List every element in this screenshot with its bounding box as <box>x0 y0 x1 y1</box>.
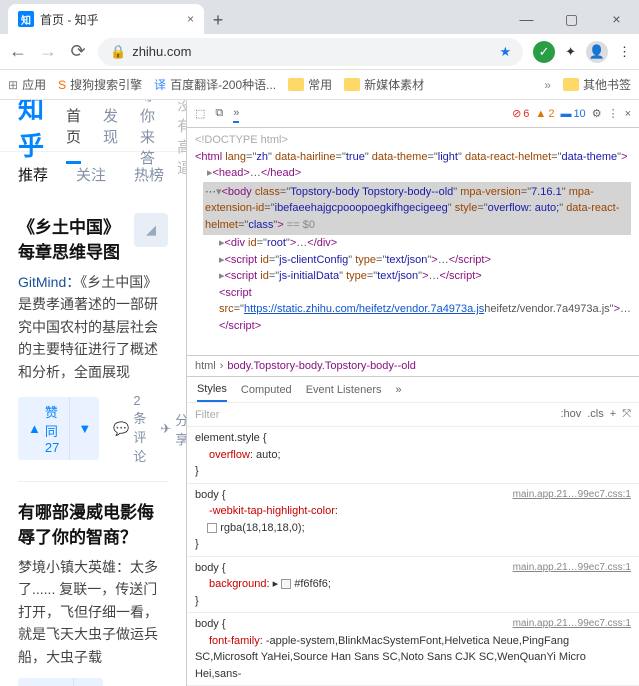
hov-toggle[interactable]: :hov <box>560 408 581 421</box>
maximize-button[interactable]: ▢ <box>549 4 594 34</box>
devtools-toolbar: ⬚ ⧉ » ⊘6 ▲2 ▬10 ⚙ ⋮ × <box>187 100 639 128</box>
address-bar: ← → ⟳ 🔒 zhihu.com ★ ✓ ✦ 👤 ⋮ <box>0 34 639 70</box>
zhihu-favicon: 知 <box>18 11 34 27</box>
feed-list: ◢ 《乡土中国》每章思维导图 GitMind：《乡土中国》是费孝通著述的一部研究… <box>0 197 186 686</box>
forward-button[interactable]: → <box>38 41 58 62</box>
thumbnail: ◢ <box>134 213 168 247</box>
feed-item: 有哪部漫威电影侮辱了你的智商？ 梦境小镇大英雄：太多了...... 复联一，传送… <box>18 482 168 686</box>
nav-home[interactable]: 首页 <box>66 105 81 164</box>
devtools-panel: ⬚ ⧉ » ⊘6 ▲2 ▬10 ⚙ ⋮ × <!DOCTYPE html> <h… <box>186 100 639 686</box>
minimize-button[interactable]: — <box>504 4 549 34</box>
tab-recommend[interactable]: 推荐 <box>18 164 48 185</box>
new-rule-icon[interactable]: + <box>610 408 616 421</box>
overflow-icon[interactable]: » <box>544 78 551 92</box>
extension-icon[interactable]: ✓ <box>533 41 555 63</box>
breadcrumb[interactable]: html›body.Topstory-body.Topstory-body--o… <box>187 355 639 377</box>
browser-tab[interactable]: 知 首页 - 知乎 × <box>8 4 204 34</box>
extensions-icon[interactable]: ✦ <box>565 44 576 60</box>
message-badge[interactable]: ▬10 <box>560 108 585 120</box>
settings-icon[interactable]: ⚙ <box>592 107 602 120</box>
styles-tab[interactable]: Styles <box>197 383 227 402</box>
device-icon[interactable]: ⧉ <box>215 107 223 120</box>
nav-search[interactable]: 有没有高逼 <box>177 100 186 178</box>
elements-tree[interactable]: <!DOCTYPE html> <html lang="zh" data-hai… <box>187 128 639 355</box>
vote-group: ▲ 赞同 27 ▼ <box>18 397 99 460</box>
bookmark-star-icon[interactable]: ★ <box>499 44 511 60</box>
upvote-button[interactable]: ▲ 赞同 27 <box>18 397 70 460</box>
profile-icon[interactable]: 👤 <box>586 41 608 63</box>
share-button[interactable]: ✈ 分享 <box>160 410 186 448</box>
filter-input[interactable]: Filter <box>195 409 219 421</box>
tab-follow[interactable]: 关注 <box>76 164 106 185</box>
feed-item: ◢ 《乡土中国》每章思维导图 GitMind：《乡土中国》是费孝通著述的一部研究… <box>18 197 168 482</box>
pin-icon[interactable]: ⤧ <box>622 408 631 421</box>
cls-toggle[interactable]: .cls <box>587 408 604 421</box>
bookmark-baidu[interactable]: 译百度翻译-200种语... <box>154 76 276 93</box>
tab-title: 首页 - 知乎 <box>40 11 99 28</box>
page-content: 知乎 首页 发现 等你来答 有没有高逼 推荐 关注 热榜 ◢ 《乡土中国》每章思… <box>0 100 186 686</box>
zhihu-logo[interactable]: 知乎 <box>18 100 44 163</box>
comments-button[interactable]: 💬 2 条评论 <box>113 393 146 465</box>
other-bookmarks[interactable]: 其他书签 <box>563 76 631 93</box>
item-title[interactable]: 有哪部漫威电影侮辱了你的智商？ <box>18 498 168 548</box>
bookmarks-bar: ⊞应用 S搜狗搜索引擎 译百度翻译-200种语... 常用 新媒体素材 » 其他… <box>0 70 639 100</box>
new-tab-button[interactable]: + <box>204 6 232 34</box>
nav-discover[interactable]: 发现 <box>103 105 118 147</box>
style-rule[interactable]: main.app.21…99ec7.css:1 body { -webkit-t… <box>187 484 639 557</box>
reload-button[interactable]: ⟳ <box>68 41 88 62</box>
url-field[interactable]: 🔒 zhihu.com ★ <box>98 38 523 66</box>
close-tab-icon[interactable]: × <box>187 12 194 26</box>
apps-button[interactable]: ⊞应用 <box>8 76 46 93</box>
window-titlebar: 知 首页 - 知乎 × + — ▢ × <box>0 0 639 34</box>
inspect-icon[interactable]: ⬚ <box>195 107 205 120</box>
listeners-tab[interactable]: Event Listeners <box>306 384 382 396</box>
bookmark-folder-xmt[interactable]: 新媒体素材 <box>344 76 424 93</box>
nav-answer[interactable]: 等你来答 <box>140 100 155 168</box>
zhihu-header: 知乎 首页 发现 等你来答 有没有高逼 <box>0 100 186 152</box>
close-window-button[interactable]: × <box>594 4 639 34</box>
downvote-button[interactable]: ▼ <box>70 397 99 460</box>
downvote-button[interactable]: ▼ <box>74 678 103 686</box>
more-tabs-icon[interactable]: » <box>396 384 402 396</box>
tab-hot[interactable]: 热榜 <box>134 164 164 185</box>
close-devtools-icon[interactable]: × <box>625 108 631 120</box>
styles-pane: Styles Computed Event Listeners » Filter… <box>187 377 639 686</box>
warning-badge[interactable]: ▲2 <box>535 108 554 120</box>
style-rule[interactable]: main.app.21…99ec7.css:1 body { backgroun… <box>187 557 639 614</box>
more-icon[interactable]: ⋮ <box>608 107 619 120</box>
back-button[interactable]: ← <box>8 41 28 62</box>
item-excerpt: GitMind：《乡土中国》是费孝通著述的一部研究中国农村的基层社会的主要特征进… <box>18 271 168 383</box>
bookmark-sogou[interactable]: S搜狗搜索引擎 <box>58 76 142 93</box>
upvote-button[interactable]: ▲ 赞同 1.1 万 <box>18 678 74 686</box>
computed-tab[interactable]: Computed <box>241 384 292 396</box>
menu-icon[interactable]: ⋮ <box>618 44 631 60</box>
style-rule[interactable]: main.app.21…99ec7.css:1 body { font-fami… <box>187 613 639 686</box>
bookmark-folder-cy[interactable]: 常用 <box>288 76 332 93</box>
error-badge[interactable]: ⊘6 <box>512 107 529 120</box>
item-excerpt: 梦境小镇大英雄：太多了...... 复联一，传送门打开，飞但仔细一看，就是飞天大… <box>18 556 168 668</box>
style-rule[interactable]: element.style { overflow: auto; } <box>187 427 639 484</box>
devtools-tab-more[interactable]: » <box>233 105 239 123</box>
url-text: zhihu.com <box>132 44 191 59</box>
lock-icon: 🔒 <box>110 44 126 60</box>
